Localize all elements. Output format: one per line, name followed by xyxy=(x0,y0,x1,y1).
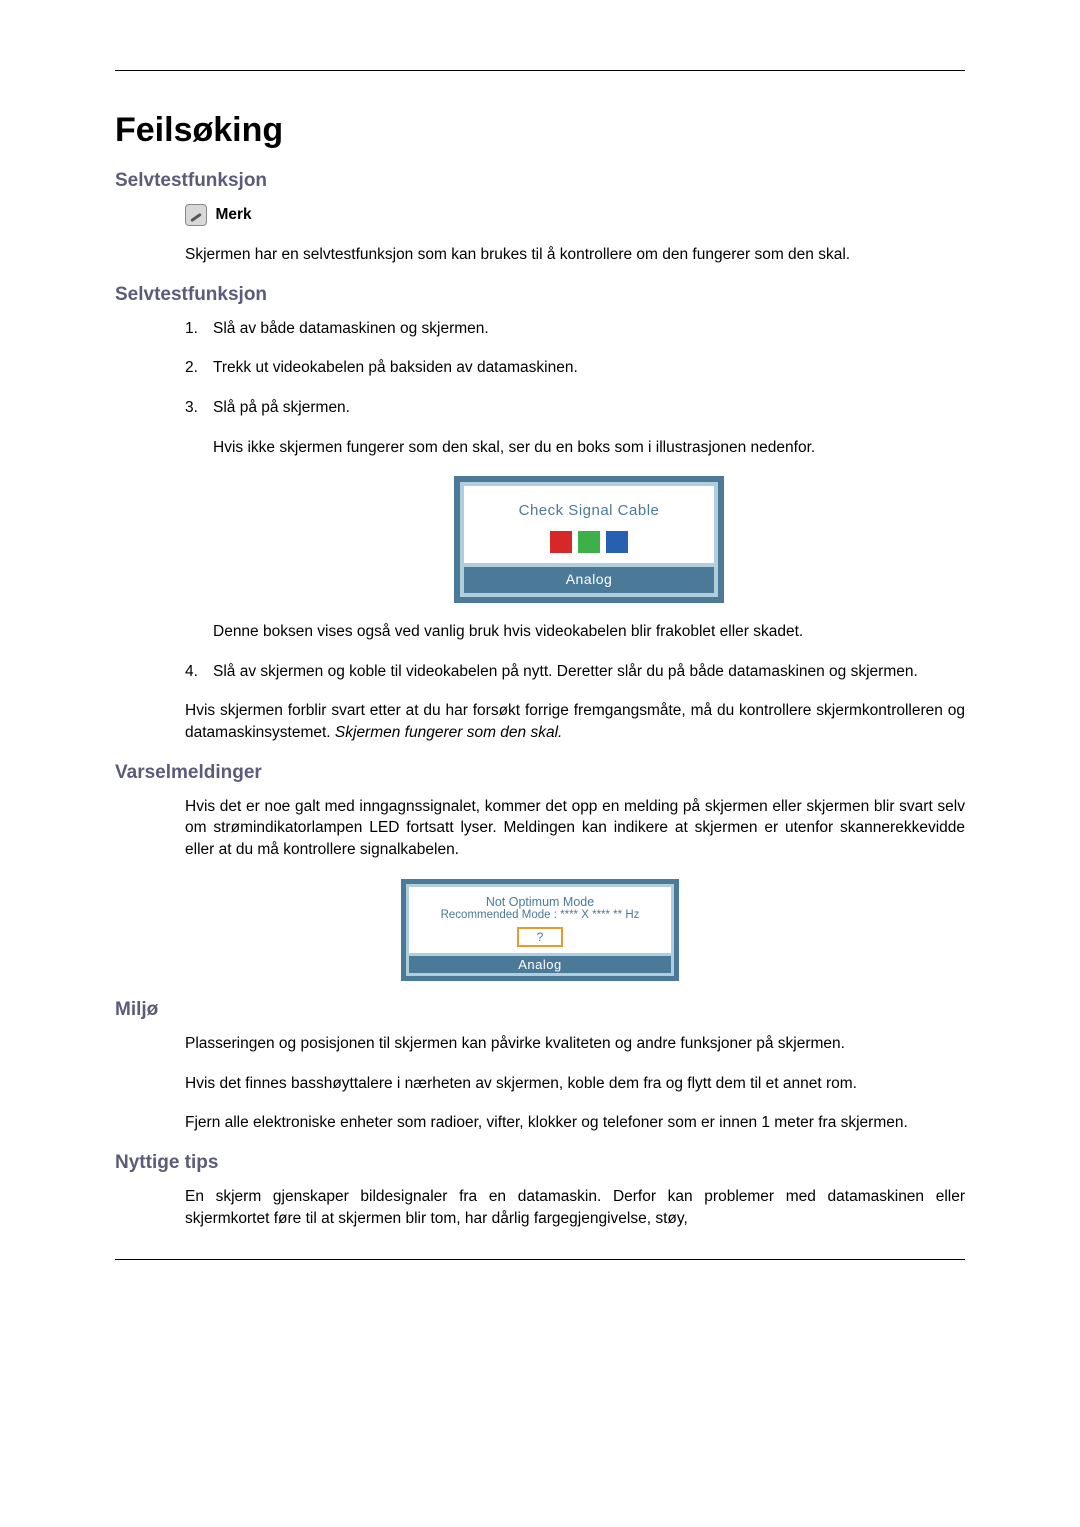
step-4-text: Slå av skjermen og koble til videokabele… xyxy=(213,663,918,680)
step-2: Trekk ut videokabelen på baksiden av dat… xyxy=(185,357,965,379)
bottom-rule xyxy=(115,1259,965,1260)
step-3-text: Slå på på skjermen. xyxy=(213,399,350,416)
section-selftest-heading-1: Selvtestfunksjon xyxy=(115,170,965,192)
note-icon xyxy=(185,204,207,226)
aftersteps-italic: Skjermen fungerer som den skal. xyxy=(335,724,562,741)
illus2-line1: Not Optimum Mode xyxy=(409,895,671,909)
note-label: Merk xyxy=(215,206,251,223)
step-1-text: Slå av både datamaskinen og skjermen. xyxy=(213,320,489,337)
note-text: Skjermen har en selvtestfunksjon som kan… xyxy=(185,244,965,266)
illus2-inner: Not Optimum Mode Recommended Mode : ****… xyxy=(409,887,671,953)
section-tips-heading: Nyttige tips xyxy=(115,1152,965,1174)
color-box-red xyxy=(550,531,572,553)
illustration-check-signal: Check Signal Cable Analog xyxy=(454,476,724,603)
step-3: Slå på på skjermen. Hvis ikke skjermen f… xyxy=(185,397,965,643)
illus2-line2: Recommended Mode : **** X **** ** Hz xyxy=(409,909,671,921)
color-box-green xyxy=(578,531,600,553)
illus1-title: Check Signal Cable xyxy=(464,500,714,521)
tips-p1: En skjerm gjenskaper bildesignaler fra e… xyxy=(185,1186,965,1229)
page-title: Feilsøking xyxy=(115,111,965,150)
step-3-sub: Hvis ikke skjermen fungerer som den skal… xyxy=(213,437,965,459)
illustration-1-wrapper: Check Signal Cable Analog xyxy=(213,476,965,603)
section-environment-heading: Miljø xyxy=(115,999,965,1021)
env-p3: Fjern alle elektroniske enheter som radi… xyxy=(185,1112,965,1134)
color-boxes xyxy=(464,531,714,553)
aftersteps-text: Hvis skjermen forblir svart etter at du … xyxy=(185,700,965,743)
illus2-button: ? xyxy=(517,927,564,947)
illus1-inner: Check Signal Cable xyxy=(464,486,714,563)
section-warnings-heading: Varselmeldinger xyxy=(115,762,965,784)
step-1: Slå av både datamaskinen og skjermen. xyxy=(185,318,965,340)
step-3-after: Denne boksen vises også ved vanlig bruk … xyxy=(213,621,965,643)
env-p1: Plasseringen og posisjonen til skjermen … xyxy=(185,1033,965,1055)
step-4: Slå av skjermen og koble til videokabele… xyxy=(185,661,965,683)
aftersteps-main: Hvis skjermen forblir svart etter at du … xyxy=(185,702,965,741)
warnings-text: Hvis det er noe galt med inngagnssignale… xyxy=(185,796,965,861)
steps-list: Slå av både datamaskinen og skjermen. Tr… xyxy=(185,318,965,683)
illustration-not-optimum: Not Optimum Mode Recommended Mode : ****… xyxy=(401,879,679,981)
note-block: Merk xyxy=(185,204,965,226)
illus1-footer: Analog xyxy=(464,567,714,593)
section-selftest-heading-2: Selvtestfunksjon xyxy=(115,284,965,306)
step-2-text: Trekk ut videokabelen på baksiden av dat… xyxy=(213,359,578,376)
color-box-blue xyxy=(606,531,628,553)
env-p2: Hvis det finnes basshøyttalere i nærhete… xyxy=(185,1073,965,1095)
illus2-footer: Analog xyxy=(409,956,671,973)
top-rule xyxy=(115,70,965,71)
